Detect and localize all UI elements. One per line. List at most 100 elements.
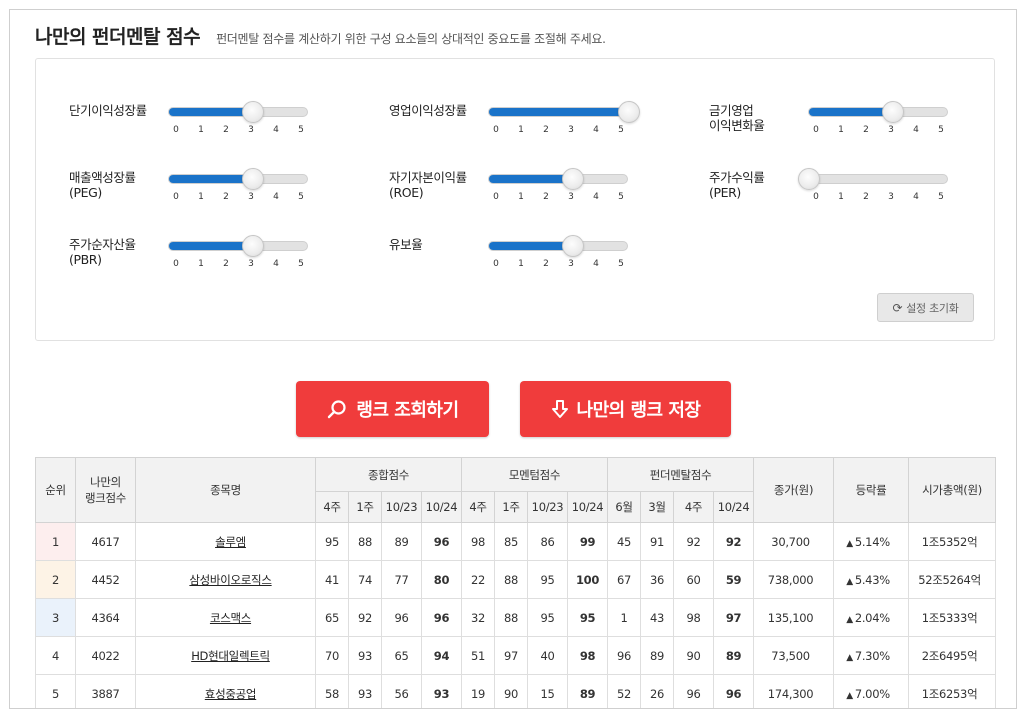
slider-track[interactable] (168, 168, 308, 190)
score-cell: 96 (421, 522, 462, 561)
subcol-total-0: 4주 (315, 491, 349, 523)
score-cell: 19 (461, 674, 495, 708)
score-cell: 56 (381, 674, 422, 708)
score-cell: 98 (461, 522, 495, 561)
score-cell: 98 (566, 636, 609, 675)
change-rate-cell: ▲ 5.14% (833, 522, 910, 561)
search-rank-label: 랭크 조회하기 (356, 400, 459, 421)
up-triangle-icon: ▲ (846, 538, 853, 549)
search-rank-button[interactable]: 랭크 조회하기 (296, 381, 489, 437)
save-rank-button[interactable]: 나만의 랭크 저장 (520, 381, 731, 437)
score-cell: 95 (527, 598, 568, 637)
slider-track[interactable] (488, 101, 640, 123)
market-cap-cell: 1조5352억 (908, 522, 997, 561)
slider-handle[interactable] (242, 101, 264, 123)
slider-track[interactable] (808, 101, 948, 123)
slider-handle[interactable] (242, 168, 264, 190)
score-cell: 95 (315, 522, 349, 561)
slider-handle[interactable] (242, 235, 264, 257)
change-rate-value: 5.43% (854, 572, 890, 587)
slider-tick-label: 4 (273, 259, 279, 269)
table-row[interactable]: 2 4452 삼성바이오로직스 41 74 77 80 22 88 95 100 67 36 60 59 73… (35, 560, 997, 599)
slider-track[interactable] (798, 168, 948, 190)
price-cell: 30,700 (753, 522, 835, 561)
score-cell: 59 (713, 560, 755, 599)
slider-fill (489, 175, 572, 183)
rank-cell: 3 (35, 598, 76, 637)
score-cell: 58 (315, 674, 349, 708)
slider-label: 주가수익률 (PER) (709, 170, 765, 200)
reset-settings-button[interactable]: ⟳ 설정 초기화 (877, 293, 974, 322)
slider-label: 주가순자산율 (PBR) (69, 237, 136, 267)
score-cell: 92 (348, 598, 382, 637)
slider-handle[interactable] (562, 168, 584, 190)
slider-tick-label: 5 (618, 125, 624, 135)
slider-tick-label: 0 (813, 192, 819, 202)
stock-name-link[interactable]: HD현대일렉트릭 (191, 649, 270, 663)
refresh-icon: ⟳ (892, 300, 903, 315)
slider-handle[interactable] (618, 101, 640, 123)
rank-table: 순위 나만의 랭크점수 종목명 종합점수 모멘텀점수 펀더멘탈점수 종가(원) … (35, 457, 997, 708)
col-my-score: 나만의 랭크점수 (75, 457, 136, 523)
table-row[interactable]: 4 4022 HD현대일렉트릭 70 93 65 94 51 97 40 98 96 89 90 89 73,… (35, 636, 997, 675)
subcol-momentum-2: 10/23 (527, 491, 568, 523)
score-cell: 45 (607, 522, 642, 561)
score-cell: 32 (461, 598, 495, 637)
score-cell: 80 (421, 560, 462, 599)
rank-cell: 1 (35, 522, 76, 561)
slider-handle[interactable] (882, 101, 904, 123)
score-cell: 93 (348, 636, 382, 675)
slider-fill (169, 242, 252, 250)
slider-tick-label: 5 (618, 259, 624, 269)
score-cell: 89 (566, 674, 609, 708)
score-cell: 92 (713, 522, 755, 561)
slider-track[interactable] (488, 235, 628, 257)
slider-tick-label: 4 (593, 192, 599, 202)
slider-tick-label: 2 (543, 125, 549, 135)
score-cell: 1 (607, 598, 642, 637)
slider-ticks: 0 1 2 3 4 5 (168, 125, 308, 137)
table-row[interactable]: 3 4364 코스맥스 65 92 96 96 32 88 95 95 1 43 98 97 135,100 ▲… (35, 598, 997, 637)
slider-tick-label: 1 (198, 125, 204, 135)
score-cell: 77 (381, 560, 422, 599)
my-score-cell: 4452 (75, 560, 136, 599)
rank-cell: 5 (35, 674, 76, 708)
rank-cell: 2 (35, 560, 76, 599)
slider-tick-label: 2 (223, 125, 229, 135)
slider-tick-label: 1 (838, 192, 844, 202)
my-score-cell: 4022 (75, 636, 136, 675)
slider-tick-label: 4 (273, 125, 279, 135)
slider-tick-label: 3 (888, 125, 894, 135)
slider-handle[interactable] (562, 235, 584, 257)
slider-label: 유보율 (389, 237, 423, 252)
slider-tick-label: 2 (543, 192, 549, 202)
slider-tick-label: 0 (173, 259, 179, 269)
slider-ticks: 0 1 2 3 4 5 (168, 192, 308, 204)
score-cell: 40 (527, 636, 568, 675)
market-cap-cell: 52조5264억 (908, 560, 997, 599)
score-cell: 100 (566, 560, 609, 599)
market-cap-cell: 2조6495억 (908, 636, 997, 675)
score-cell: 70 (315, 636, 349, 675)
subcol-fund-3: 10/24 (713, 491, 755, 523)
slider-track[interactable] (168, 235, 308, 257)
stock-name-link[interactable]: 삼성바이오로직스 (189, 573, 272, 587)
slider-label: 자기자본이익률 (ROE) (389, 170, 467, 200)
stock-name-link[interactable]: 솔루엠 (215, 535, 246, 549)
slider-track[interactable] (168, 101, 308, 123)
score-cell: 67 (607, 560, 642, 599)
slider-tick-label: 0 (173, 192, 179, 202)
table-row[interactable]: 5 3887 효성중공업 58 93 56 93 19 90 15 89 52 26 96 96 174,30… (35, 674, 997, 708)
stock-name-link[interactable]: 코스맥스 (210, 611, 251, 625)
slider-fill (809, 108, 892, 116)
slider-tick-label: 1 (518, 192, 524, 202)
slider-handle[interactable] (798, 168, 820, 190)
subcol-momentum-1: 1주 (494, 491, 528, 523)
score-cell: 88 (494, 560, 528, 599)
table-row[interactable]: 1 4617 솔루엠 95 88 89 96 98 85 86 99 45 91 92 92 30,700 ▲ 5… (35, 522, 997, 561)
score-cell: 99 (566, 522, 609, 561)
slider-tick-label: 2 (863, 192, 869, 202)
score-cell: 22 (461, 560, 495, 599)
stock-name-link[interactable]: 효성중공업 (205, 687, 257, 701)
slider-track[interactable] (488, 168, 628, 190)
